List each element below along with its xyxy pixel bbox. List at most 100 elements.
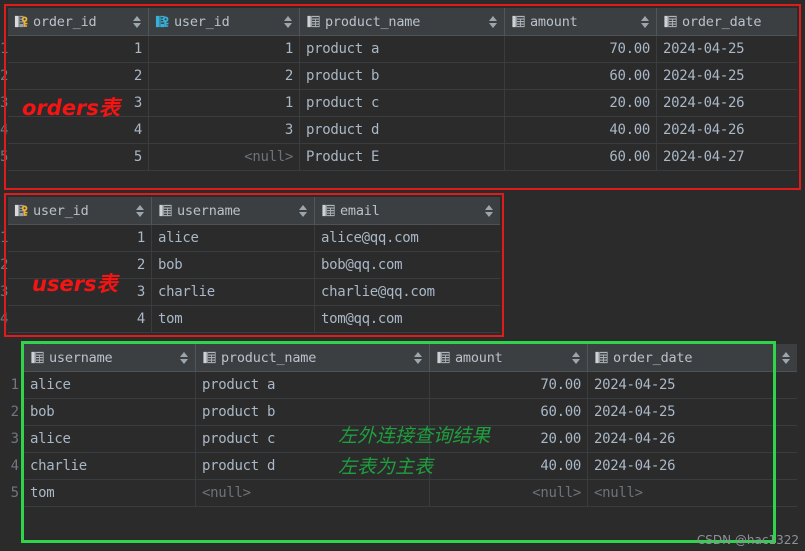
- cell-user_id[interactable]: 1: [149, 90, 300, 116]
- cell-order_date[interactable]: 2024-04-27: [657, 144, 797, 170]
- cell-username[interactable]: tom: [24, 480, 196, 506]
- result-column-header-username[interactable]: username: [24, 344, 196, 371]
- sort-toggle-icon[interactable]: [782, 351, 791, 365]
- cell-username[interactable]: tom: [152, 306, 315, 332]
- cell-username[interactable]: bob: [152, 252, 315, 278]
- cell-user_id[interactable]: 1: [149, 36, 300, 62]
- orders-column-header-user_id[interactable]: user_id: [149, 8, 300, 35]
- orders-column-header-order_id[interactable]: order_id: [8, 8, 149, 35]
- result-column-header-amount[interactable]: amount: [430, 344, 588, 371]
- cell-username[interactable]: alice: [24, 372, 196, 398]
- cell-order_date[interactable]: 2024-04-26: [588, 453, 797, 479]
- users-column-label: email: [340, 202, 380, 219]
- result-column-header-order_date[interactable]: order_date: [588, 344, 797, 371]
- orders-column-header-order_date[interactable]: order_date: [657, 8, 797, 35]
- cell-username[interactable]: alice: [24, 426, 196, 452]
- row-number: 1: [0, 41, 9, 57]
- primary-key-column-icon: [14, 14, 29, 29]
- table-column-icon: [594, 350, 609, 365]
- users-column-header-username[interactable]: username: [152, 197, 315, 224]
- result-column-label: amount: [455, 349, 503, 366]
- sort-toggle-icon[interactable]: [641, 15, 650, 29]
- sort-toggle-icon[interactable]: [180, 351, 189, 365]
- cell-order_date[interactable]: 2024-04-25: [588, 372, 797, 398]
- table-row[interactable]: 1 1 product a 70.00 2024-04-25: [8, 36, 797, 63]
- cell-product_name[interactable]: product b: [300, 63, 505, 89]
- cell-order_id[interactable]: 5: [8, 144, 149, 170]
- cell-order_date[interactable]: 2024-04-26: [588, 426, 797, 452]
- sort-toggle-icon[interactable]: [572, 351, 581, 365]
- cell-amount[interactable]: 40.00: [430, 453, 588, 479]
- table-row[interactable]: tom <null> <null> <null>: [24, 480, 797, 507]
- table-column-icon: [158, 203, 173, 218]
- sort-toggle-icon[interactable]: [489, 15, 498, 29]
- cell-order_id[interactable]: 2: [8, 63, 149, 89]
- cell-amount[interactable]: 60.00: [505, 63, 657, 89]
- cell-email[interactable]: bob@qq.com: [315, 252, 500, 278]
- cell-amount[interactable]: 60.00: [505, 144, 657, 170]
- cell-amount[interactable]: 20.00: [505, 90, 657, 116]
- result-header-row: username product_name amount order_date: [24, 344, 797, 372]
- cell-product_name[interactable]: Product E: [300, 144, 505, 170]
- cell-user_id[interactable]: 3: [149, 117, 300, 143]
- result-row-number-gutter: 1 2 3 4 5: [0, 344, 22, 540]
- table-column-icon: [321, 203, 336, 218]
- cell-product_name[interactable]: product a: [300, 36, 505, 62]
- cell-user_id[interactable]: 2: [149, 63, 300, 89]
- sort-toggle-icon[interactable]: [284, 15, 293, 29]
- cell-product_name[interactable]: product a: [196, 372, 430, 398]
- cell-email[interactable]: tom@qq.com: [315, 306, 500, 332]
- cell-amount[interactable]: <null>: [430, 480, 588, 506]
- cell-order_id[interactable]: 1: [8, 36, 149, 62]
- cell-amount[interactable]: 40.00: [505, 117, 657, 143]
- cell-user_id[interactable]: <null>: [149, 144, 300, 170]
- cell-username[interactable]: charlie: [24, 453, 196, 479]
- table-row[interactable]: 3 1 product c 20.00 2024-04-26: [8, 90, 797, 117]
- users-result-grid[interactable]: user_id username email 1 alice alice@qq.com 2 b…: [8, 197, 500, 333]
- cell-email[interactable]: alice@qq.com: [315, 225, 500, 251]
- users-annotation-label: users表: [32, 272, 118, 296]
- table-row[interactable]: 4 3 product d 40.00 2024-04-26: [8, 117, 797, 144]
- row-number: 4: [0, 122, 9, 138]
- table-row[interactable]: alice product a 70.00 2024-04-25: [24, 372, 797, 399]
- table-row[interactable]: 5 <null> Product E 60.00 2024-04-27: [8, 144, 797, 171]
- sort-toggle-icon[interactable]: [299, 204, 308, 218]
- gutter-header: [0, 8, 8, 36]
- table-row[interactable]: 4 tom tom@qq.com: [8, 306, 500, 333]
- cell-amount[interactable]: 70.00: [505, 36, 657, 62]
- sort-toggle-icon[interactable]: [414, 351, 423, 365]
- sort-toggle-icon[interactable]: [133, 15, 142, 29]
- cell-product_name[interactable]: product d: [300, 117, 505, 143]
- cell-username[interactable]: alice: [152, 225, 315, 251]
- table-row[interactable]: 1 alice alice@qq.com: [8, 225, 500, 252]
- table-row[interactable]: 2 2 product b 60.00 2024-04-25: [8, 63, 797, 90]
- users-column-header-user_id[interactable]: user_id: [8, 197, 152, 224]
- orders-column-label: user_id: [174, 13, 230, 30]
- cell-product_name[interactable]: <null>: [196, 480, 430, 506]
- cell-order_date[interactable]: 2024-04-25: [657, 36, 797, 62]
- orders-column-header-amount[interactable]: amount: [505, 8, 657, 35]
- sort-toggle-icon[interactable]: [485, 204, 494, 218]
- cell-order_date[interactable]: 2024-04-26: [657, 90, 797, 116]
- cell-email[interactable]: charlie@qq.com: [315, 279, 500, 305]
- result-annotation-line-2: 左表为主表: [338, 456, 434, 478]
- cell-order_date[interactable]: <null>: [588, 480, 797, 506]
- cell-order_date[interactable]: 2024-04-25: [588, 399, 797, 425]
- sort-toggle-icon[interactable]: [136, 204, 145, 218]
- cell-product_name[interactable]: product c: [300, 90, 505, 116]
- cell-username[interactable]: charlie: [152, 279, 315, 305]
- cell-amount[interactable]: 70.00: [430, 372, 588, 398]
- result-column-header-product_name[interactable]: product_name: [196, 344, 430, 371]
- row-number: 1: [0, 230, 9, 246]
- cell-user_id[interactable]: 1: [8, 225, 152, 251]
- orders-column-header-product_name[interactable]: product_name: [300, 8, 505, 35]
- table-column-icon: [306, 14, 321, 29]
- cell-order_date[interactable]: 2024-04-26: [657, 117, 797, 143]
- orders-result-grid[interactable]: order_id user_id product_name amount order_d…: [8, 8, 797, 186]
- cell-user_id[interactable]: 4: [8, 306, 152, 332]
- cell-username[interactable]: bob: [24, 399, 196, 425]
- empty-row: [8, 171, 797, 198]
- users-column-header-email[interactable]: email: [315, 197, 500, 224]
- cell-order_date[interactable]: 2024-04-25: [657, 63, 797, 89]
- table-column-icon: [511, 14, 526, 29]
